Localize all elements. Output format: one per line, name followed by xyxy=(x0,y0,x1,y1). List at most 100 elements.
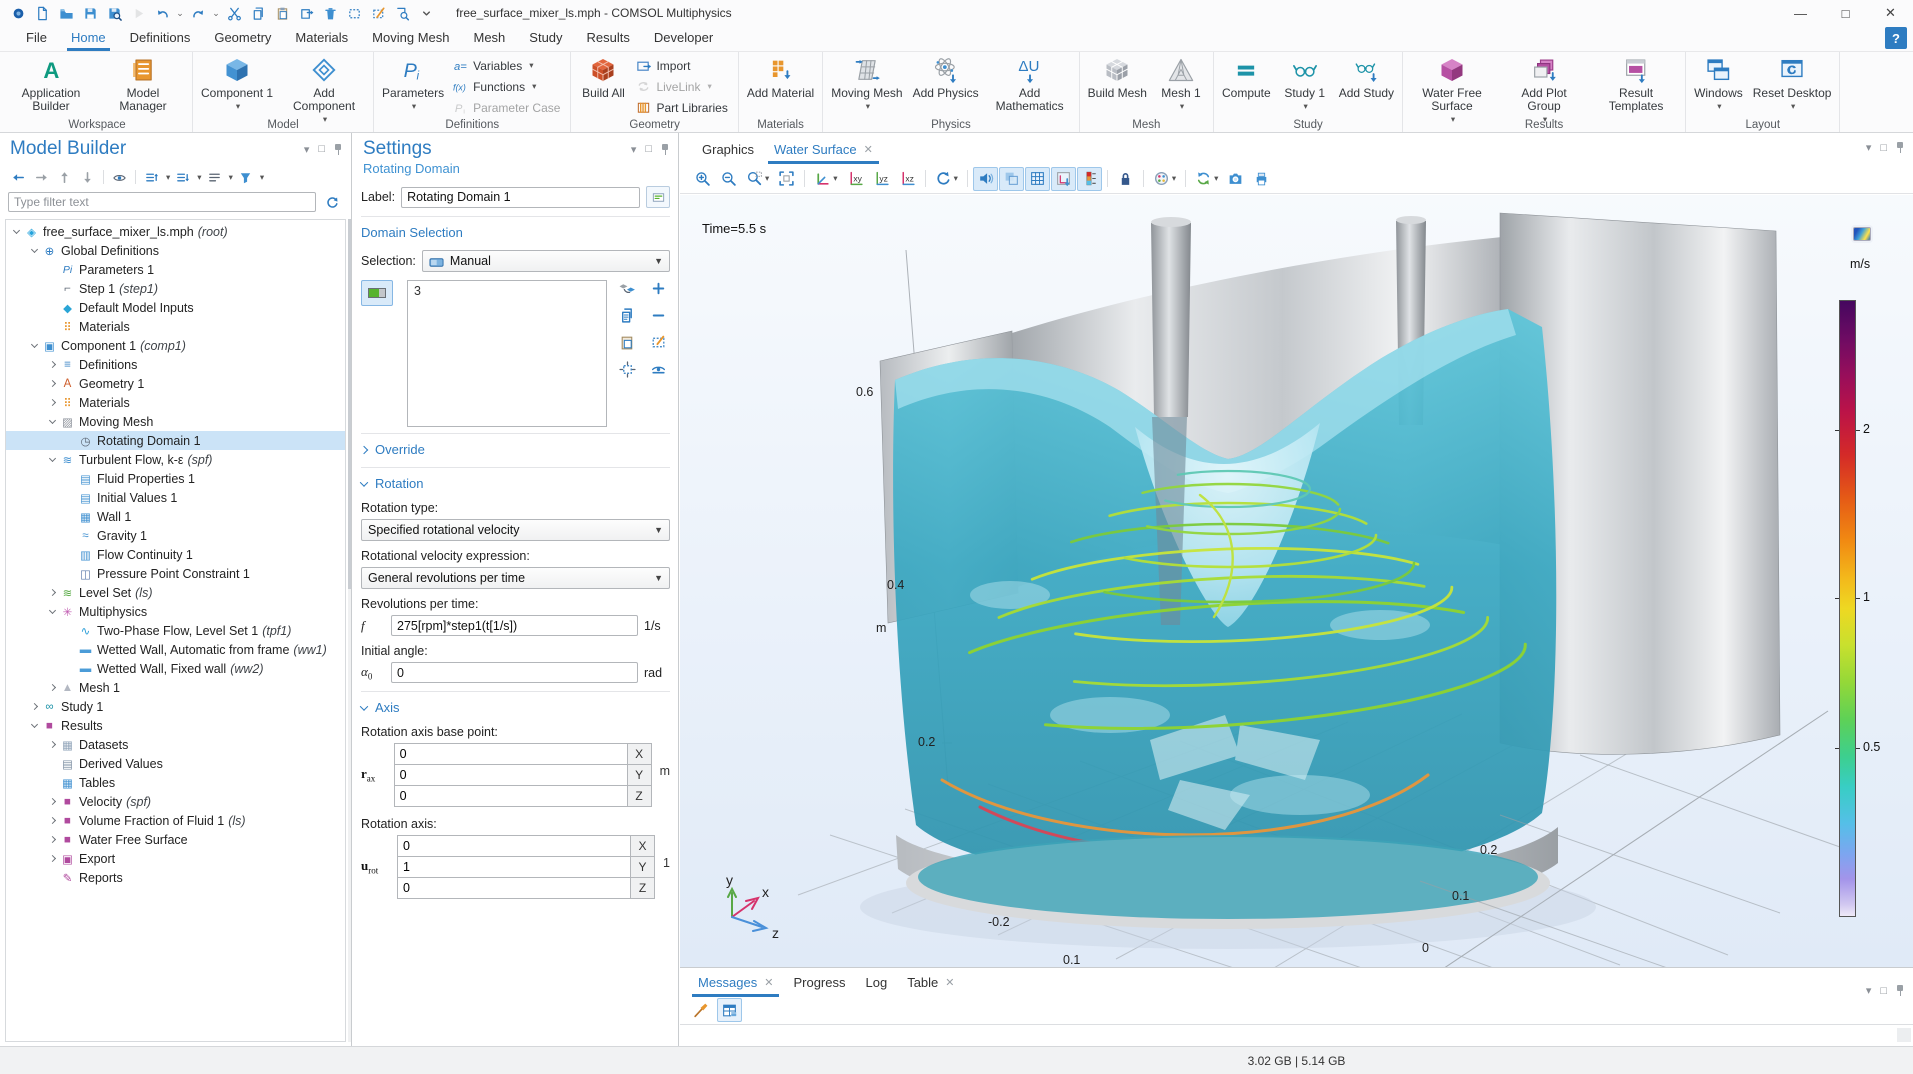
chevron-down-icon[interactable] xyxy=(28,344,41,347)
panel-pin-icon[interactable] xyxy=(1896,142,1905,153)
rotation-type-dropdown[interactable]: Specified rotational velocity ▼ xyxy=(361,519,670,541)
chevron-right-icon[interactable] xyxy=(28,704,41,709)
tree-item[interactable]: ▬Wetted Wall, Automatic from frame(ww1) xyxy=(6,640,345,659)
chevron-down-icon[interactable]: ▾ xyxy=(229,172,233,183)
component-1-button[interactable]: Component 1▾ xyxy=(196,54,278,113)
tree-item[interactable]: ▬Wetted Wall, Fixed wall(ww2) xyxy=(6,659,345,678)
result-templates-button[interactable]: Result Templates xyxy=(1590,54,1682,113)
view-yz-icon[interactable]: yz xyxy=(869,167,894,191)
label-input[interactable] xyxy=(401,187,640,208)
color-legend-icon[interactable] xyxy=(1077,167,1102,191)
appearance-icon[interactable]: ▾ xyxy=(1149,167,1180,191)
filter-icon[interactable] xyxy=(235,167,256,187)
deselect-box-icon[interactable] xyxy=(366,2,390,24)
panel-menu-icon[interactable]: ▾ xyxy=(1866,141,1872,154)
compute-button[interactable]: Compute xyxy=(1217,54,1276,100)
undo-icon[interactable] xyxy=(150,2,174,24)
chevron-right-icon[interactable] xyxy=(46,381,59,386)
forward-icon[interactable] xyxy=(31,167,52,187)
axis-section-header[interactable]: Axis xyxy=(361,700,670,715)
chevron-right-icon[interactable] xyxy=(46,742,59,747)
table-settings-icon[interactable] xyxy=(717,998,742,1022)
tree-item[interactable]: ▣Export xyxy=(6,849,345,868)
clear-log-icon[interactable] xyxy=(688,998,713,1022)
chevron-down-icon[interactable] xyxy=(46,610,59,613)
tree-item[interactable]: ⠿Materials xyxy=(6,317,345,336)
tab-mesh[interactable]: Mesh xyxy=(461,26,517,51)
remove-from-selection-icon[interactable] xyxy=(650,307,667,324)
move-down-icon[interactable] xyxy=(77,167,98,187)
select-box-icon[interactable] xyxy=(342,2,366,24)
panel-menu-icon[interactable]: ▾ xyxy=(631,143,637,156)
tree-item[interactable]: ▣Component 1(comp1) xyxy=(6,336,345,355)
vector-input-y[interactable] xyxy=(397,856,631,878)
tab-definitions[interactable]: Definitions xyxy=(118,26,203,51)
panel-pin-icon[interactable] xyxy=(334,144,343,155)
tree-item[interactable]: ◷Rotating Domain 1 xyxy=(6,431,345,450)
messages-tab-log[interactable]: Log xyxy=(856,970,898,997)
rotate-icon[interactable]: ▾ xyxy=(931,167,962,191)
tab-moving-mesh[interactable]: Moving Mesh xyxy=(360,26,461,51)
copy-icon[interactable] xyxy=(246,2,270,24)
tree-filter-input[interactable] xyxy=(8,192,316,212)
messages-tab-progress[interactable]: Progress xyxy=(783,970,855,997)
close-icon[interactable]: ✕ xyxy=(945,976,954,989)
parameter-case-button[interactable]: PiParameter Case xyxy=(449,97,567,118)
close-icon[interactable]: ✕ xyxy=(864,143,873,156)
model-manager-button[interactable]: Model Manager xyxy=(97,54,189,113)
panel-float-icon[interactable]: □ xyxy=(1880,985,1887,997)
3d-visualization[interactable]: y x z xyxy=(680,195,1913,967)
tree-item[interactable]: ▦Tables xyxy=(6,773,345,792)
panel-pin-icon[interactable] xyxy=(661,144,670,155)
import-button[interactable]: Import xyxy=(632,55,734,76)
panel-float-icon[interactable]: □ xyxy=(1880,142,1887,154)
tree-item[interactable]: ≈Gravity 1 xyxy=(6,526,345,545)
tree-item[interactable]: AGeometry 1 xyxy=(6,374,345,393)
add-study-button[interactable]: Add Study xyxy=(1334,54,1399,100)
velocity-expression-dropdown[interactable]: General revolutions per time ▼ xyxy=(361,567,670,589)
run-icon[interactable] xyxy=(126,2,150,24)
scene-light-icon[interactable] xyxy=(973,167,998,191)
tree-item[interactable]: ⊕Global Definitions xyxy=(6,241,345,260)
refresh-icon[interactable] xyxy=(322,192,343,212)
paste-icon[interactable] xyxy=(270,2,294,24)
tree-item[interactable]: ◈free_surface_mixer_ls.mph(root) xyxy=(6,222,345,241)
rename-button[interactable] xyxy=(646,186,670,208)
messages-tab-table[interactable]: Table✕ xyxy=(897,970,964,997)
functions-button[interactable]: f(x)Functions▾ xyxy=(449,76,567,97)
app-logo-icon[interactable] xyxy=(6,2,30,24)
tree-item[interactable]: ◆Default Model Inputs xyxy=(6,298,345,317)
chevron-right-icon[interactable] xyxy=(46,685,59,690)
show-icon[interactable] xyxy=(109,167,130,187)
add-material-button[interactable]: Add Material xyxy=(742,54,819,100)
build-mesh-button[interactable]: Build Mesh xyxy=(1083,54,1152,100)
help-button[interactable]: ? xyxy=(1885,27,1907,49)
duplicate-icon[interactable] xyxy=(294,2,318,24)
zoom-to-selection-icon[interactable] xyxy=(619,361,636,378)
chevron-down-icon[interactable] xyxy=(46,458,59,461)
panel-pin-icon[interactable] xyxy=(1896,985,1905,996)
part-libraries-button[interactable]: Part Libraries xyxy=(632,97,734,118)
chevron-down-icon[interactable] xyxy=(28,249,41,252)
tree-item[interactable]: ∞Study 1 xyxy=(6,697,345,716)
tree-item[interactable]: ■Velocity(spf) xyxy=(6,792,345,811)
create-selection-icon[interactable] xyxy=(619,334,636,351)
tab-file[interactable]: File xyxy=(14,26,59,51)
open-file-icon[interactable] xyxy=(54,2,78,24)
tree-item[interactable]: ▨Moving Mesh xyxy=(6,412,345,431)
tab-home[interactable]: Home xyxy=(59,26,118,51)
tree-item[interactable]: ⌐Step 1(step1) xyxy=(6,279,345,298)
node-text-icon[interactable] xyxy=(204,167,225,187)
reset-desktop-button[interactable]: CReset Desktop▾ xyxy=(1748,54,1837,113)
cut-icon[interactable] xyxy=(222,2,246,24)
chevron-down-icon[interactable] xyxy=(28,724,41,727)
chevron-down-icon[interactable] xyxy=(46,420,59,423)
chevron-right-icon[interactable] xyxy=(46,837,59,842)
tree-item[interactable]: PiParameters 1 xyxy=(6,260,345,279)
graphics-tab-water-surface[interactable]: Water Surface✕ xyxy=(764,137,883,164)
tree-item[interactable]: ◫Pressure Point Constraint 1 xyxy=(6,564,345,583)
tree-item[interactable]: ▤Fluid Properties 1 xyxy=(6,469,345,488)
tree-item[interactable]: ✳Multiphysics xyxy=(6,602,345,621)
tree-item[interactable]: ≋Turbulent Flow, k-ε(spf) xyxy=(6,450,345,469)
zoom-box-icon[interactable]: ▾ xyxy=(742,167,773,191)
